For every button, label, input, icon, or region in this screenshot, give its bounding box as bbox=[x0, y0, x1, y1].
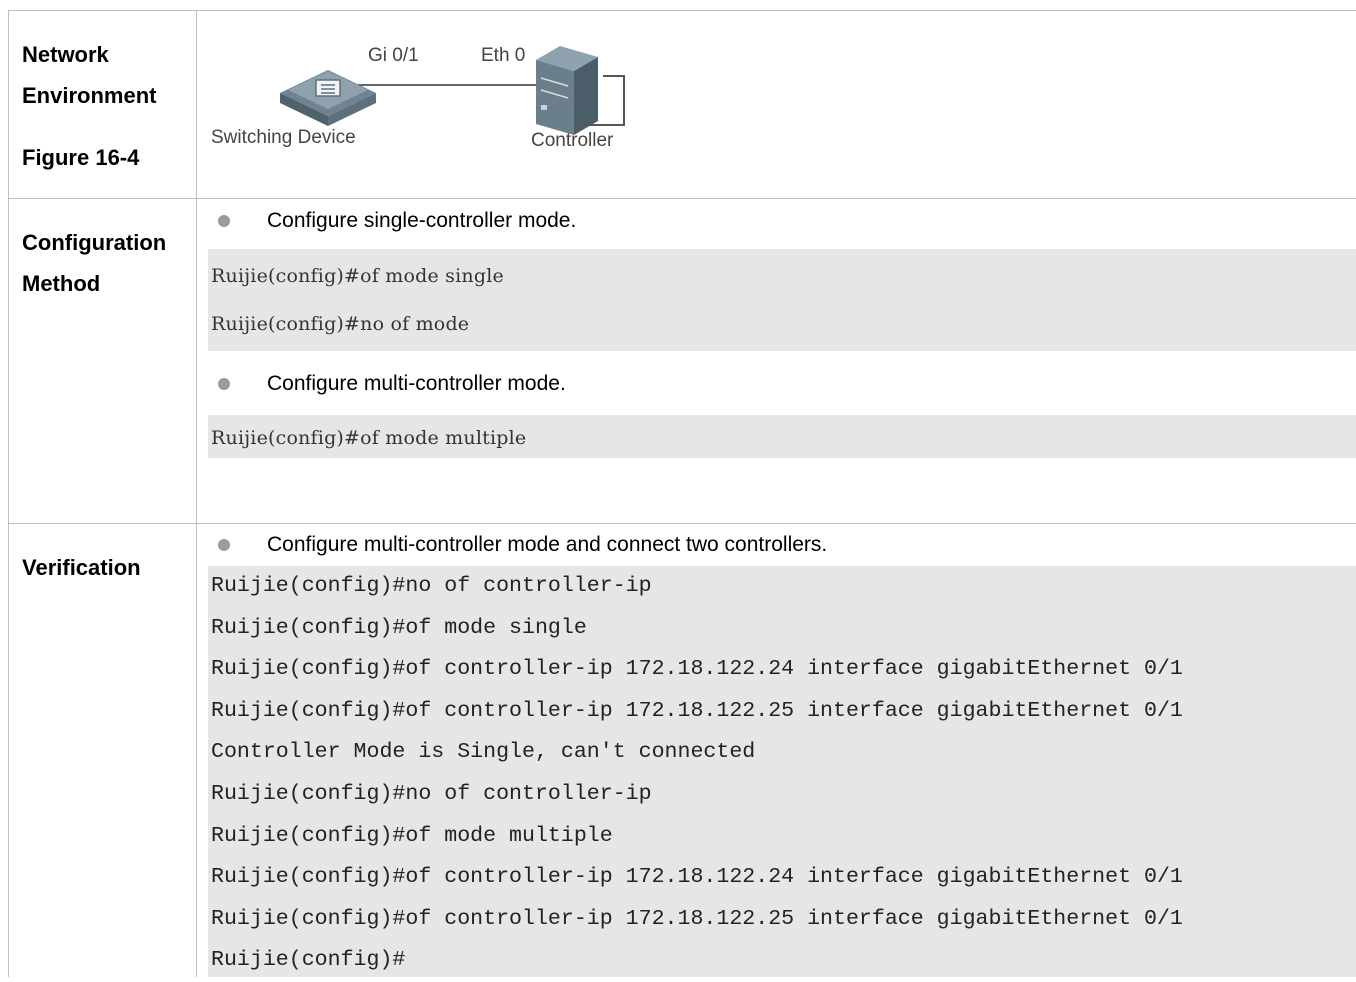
code-line: Ruijie(config)#of controller-ip 172.18.1… bbox=[211, 657, 1183, 682]
network-diagram: Gi 0/1 Eth 0 Switching Device Controller bbox=[211, 45, 625, 151]
config-table: Network Environment Figure 16-4 Gi 0/1 E… bbox=[8, 10, 1356, 977]
row-label-network: Network bbox=[22, 42, 109, 67]
code-block: Ruijie(config)#no of controller-ip Ruiji… bbox=[208, 566, 1356, 977]
code-line: Controller Mode is Single, can't connect… bbox=[211, 740, 756, 765]
bullet-item: Configure multi-controller mode. bbox=[208, 366, 566, 402]
row-label-verification: Verification bbox=[22, 555, 141, 580]
bullet-item: Configure single-controller mode. bbox=[208, 203, 576, 239]
port-label-switch: Gi 0/1 bbox=[368, 45, 419, 66]
code-line: Ruijie(config)#no of controller-ip bbox=[211, 574, 652, 598]
bullet-text: Configure single-controller mode. bbox=[267, 209, 577, 232]
bullet-icon bbox=[218, 378, 230, 390]
row-label-configuration: Configuration bbox=[22, 230, 167, 255]
code-line: Ruijie(config)# bbox=[211, 948, 406, 973]
bullet-icon bbox=[218, 215, 230, 227]
code-line: Ruijie(config)#of mode multiple bbox=[211, 427, 527, 449]
code-block: Ruijie(config)#of mode single Ruijie(con… bbox=[208, 249, 1356, 351]
bullet-item: Configure multi-controller mode and conn… bbox=[208, 526, 827, 564]
bullet-text: Configure multi-controller mode and conn… bbox=[267, 533, 828, 556]
code-line: Ruijie(config)#of mode single bbox=[211, 615, 587, 640]
row-divider bbox=[8, 198, 1356, 199]
bullet-text: Configure multi-controller mode. bbox=[267, 372, 566, 395]
code-line: Ruijie(config)#of controller-ip 172.18.1… bbox=[211, 698, 1183, 723]
row-divider bbox=[8, 523, 1356, 524]
table-border-left bbox=[8, 10, 9, 977]
figure-caption: Figure 16-4 bbox=[22, 145, 140, 170]
controller-icon bbox=[536, 46, 625, 135]
column-divider bbox=[196, 10, 197, 977]
code-line: Ruijie(config)#of controller-ip 172.18.1… bbox=[211, 906, 1183, 931]
code-line: Ruijie(config)#of controller-ip 172.18.1… bbox=[211, 865, 1183, 890]
code-line: Ruijie(config)#no of controller-ip bbox=[211, 781, 652, 806]
code-line: Ruijie(config)#no of mode bbox=[211, 313, 470, 335]
controller-label: Controller bbox=[531, 130, 614, 151]
port-label-controller: Eth 0 bbox=[481, 45, 525, 66]
row-label-environment: Environment bbox=[22, 83, 157, 108]
bullet-icon bbox=[218, 539, 230, 551]
code-block: Ruijie(config)#of mode multiple bbox=[208, 415, 1356, 458]
code-line: Ruijie(config)#of mode single bbox=[211, 265, 504, 287]
row-label-method: Method bbox=[22, 271, 101, 296]
switch-device-label: Switching Device bbox=[211, 127, 356, 148]
switch-icon bbox=[280, 70, 376, 126]
code-line: Ruijie(config)#of mode multiple bbox=[211, 823, 613, 848]
